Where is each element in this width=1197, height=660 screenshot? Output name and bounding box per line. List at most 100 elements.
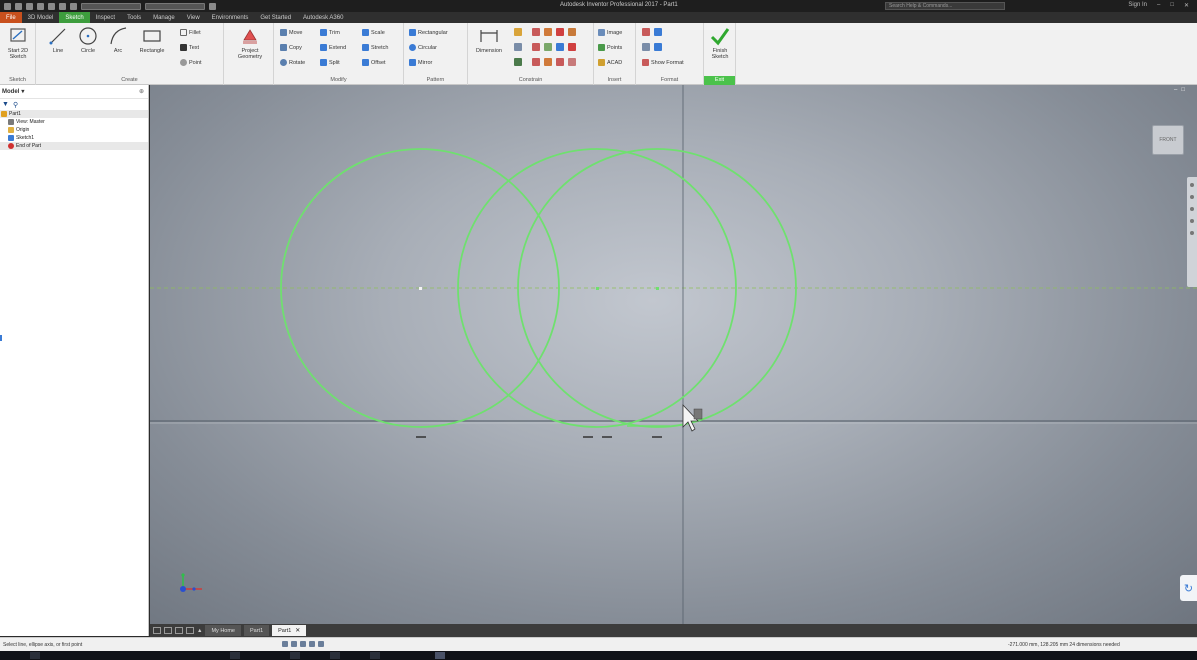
auto-dimension-icon[interactable] — [514, 28, 522, 36]
trim-button[interactable]: Trim — [320, 28, 340, 37]
graphics-window[interactable]: – □ FRONT ↻ — [150, 85, 1197, 624]
acad-button[interactable]: ACAD — [598, 58, 622, 67]
home-icon[interactable] — [59, 2, 66, 10]
tab-part1-doc[interactable]: Part1 — [243, 625, 270, 636]
show-constraints-icon[interactable] — [514, 43, 522, 51]
chevron-down-icon[interactable]: ▾ — [21, 88, 24, 95]
tile-vertical-icon[interactable] — [153, 627, 161, 634]
collinear-constraint-icon[interactable] — [544, 28, 552, 36]
centerline-icon[interactable] — [654, 28, 662, 36]
new-icon[interactable] — [4, 2, 11, 10]
mirror-button[interactable]: Mirror — [409, 58, 432, 67]
tab-my-home[interactable]: My Home — [205, 625, 241, 636]
equal-constraint-icon[interactable] — [568, 58, 576, 66]
concentric-constraint-icon[interactable] — [556, 28, 564, 36]
coincident-constraint-icon[interactable] — [532, 28, 540, 36]
construction-icon[interactable] — [642, 28, 650, 36]
driven-dimension-icon[interactable] — [654, 43, 662, 51]
taskbar-inventor-icon[interactable] — [435, 652, 445, 659]
appearance-dropdown[interactable] — [145, 2, 205, 10]
dimension-button[interactable]: Dimension — [471, 26, 507, 54]
start-2d-sketch-button[interactable]: Start 2D Sketch — [4, 26, 32, 60]
tab-inspect[interactable]: Inspect — [90, 12, 121, 23]
start-icon[interactable] — [30, 652, 40, 659]
measure-icon[interactable] — [209, 2, 216, 10]
cascade-icon[interactable] — [175, 627, 183, 634]
material-dropdown[interactable] — [81, 2, 141, 10]
taskbar-app-icon[interactable] — [330, 652, 340, 659]
point-button[interactable]: Point — [180, 58, 202, 67]
stretch-button[interactable]: Stretch — [362, 43, 388, 52]
parallel-constraint-icon[interactable] — [532, 43, 540, 51]
smooth-constraint-icon[interactable] — [544, 58, 552, 66]
show-format-button[interactable]: Show Format — [642, 58, 684, 67]
grid-snap-icon[interactable] — [282, 641, 288, 647]
line-button[interactable]: Line — [46, 26, 70, 54]
maximize-viewport-icon[interactable]: □ — [1181, 87, 1185, 93]
scale-button[interactable]: Scale — [362, 28, 385, 37]
tab-sketch[interactable]: Sketch — [59, 12, 90, 23]
tree-item-part1[interactable]: Part1 — [0, 110, 148, 118]
minimize-icon[interactable]: – — [1157, 2, 1160, 9]
tab-part1-active[interactable]: Part1 ✕ — [272, 625, 307, 636]
tree-item-sketch1[interactable]: Sketch1 — [0, 134, 148, 142]
tab-environments[interactable]: Environments — [206, 12, 255, 23]
pan-icon[interactable] — [1190, 195, 1194, 199]
ortho-icon[interactable] — [300, 641, 306, 647]
sketch-canvas[interactable] — [150, 85, 1197, 624]
perpendicular-constraint-icon[interactable] — [544, 43, 552, 51]
steering-wheel-icon[interactable] — [1190, 183, 1194, 187]
taskbar-app-icon[interactable] — [230, 652, 240, 659]
fillet-button[interactable]: Fillet — [180, 28, 201, 37]
finish-sketch-button[interactable]: Finish Sketch — [706, 26, 734, 60]
taskbar-app-icon[interactable] — [370, 652, 380, 659]
tab-get-started[interactable]: Get Started — [254, 12, 297, 23]
navigation-bar[interactable] — [1187, 177, 1197, 287]
symmetric-constraint-icon[interactable] — [556, 58, 564, 66]
project-geometry-button[interactable]: Project Geometry — [232, 26, 268, 60]
tree-item-end-of-part[interactable]: End of Part — [0, 142, 148, 150]
extend-button[interactable]: Extend — [320, 43, 346, 52]
restore-window-icon[interactable]: – — [1174, 87, 1177, 93]
tab-3d-model[interactable]: 3D Model — [22, 12, 60, 23]
horizontal-constraint-icon[interactable] — [556, 43, 564, 51]
rectangle-button[interactable]: Rectangle — [136, 26, 168, 54]
redo-icon[interactable] — [48, 2, 55, 10]
fix-constraint-icon[interactable] — [568, 28, 576, 36]
points-button[interactable]: Points — [598, 43, 622, 52]
arc-button[interactable]: Arc — [106, 26, 130, 54]
constraint-settings-icon[interactable] — [514, 58, 522, 66]
maximize-icon[interactable]: □ — [1170, 2, 1174, 9]
tangent-constraint-icon[interactable] — [532, 58, 540, 66]
undo-icon[interactable] — [37, 2, 44, 10]
tab-manage[interactable]: Manage — [147, 12, 181, 23]
constraint-inference-icon[interactable] — [291, 641, 297, 647]
split-button[interactable]: Split — [320, 58, 340, 67]
rotate-button[interactable]: Rotate — [280, 58, 305, 67]
vertical-constraint-icon[interactable] — [568, 43, 576, 51]
arrange-icon[interactable] — [186, 627, 194, 634]
document-list-icon[interactable]: ▲ — [197, 628, 202, 634]
save-icon[interactable] — [26, 2, 33, 10]
open-icon[interactable] — [15, 2, 22, 10]
close-tab-icon[interactable]: ✕ — [295, 627, 300, 634]
search-icon[interactable]: ⚲ — [13, 101, 18, 109]
sign-in-link[interactable]: Sign In — [1128, 2, 1147, 9]
close-icon[interactable]: ✕ — [1184, 2, 1189, 9]
tab-view[interactable]: View — [181, 12, 206, 23]
orbit-icon[interactable] — [1190, 219, 1194, 223]
tile-horizontal-icon[interactable] — [164, 627, 172, 634]
circle-1-center-point[interactable] — [419, 287, 422, 290]
circular-pattern-button[interactable]: Circular — [409, 43, 437, 52]
filter-icon[interactable]: ▼ — [2, 101, 9, 108]
zoom-icon[interactable] — [1190, 207, 1194, 211]
display-dof-icon[interactable] — [309, 641, 315, 647]
tree-item-origin[interactable]: Origin — [0, 126, 148, 134]
circle-button[interactable]: Circle — [76, 26, 100, 54]
taskbar-app-icon[interactable] — [290, 652, 300, 659]
add-panel-icon[interactable]: ⊕ — [139, 88, 144, 95]
offset-button[interactable]: Offset — [362, 58, 386, 67]
look-at-icon[interactable] — [1190, 231, 1194, 235]
circle-2-center-point[interactable] — [596, 287, 599, 290]
rectangular-pattern-button[interactable]: Rectangular — [409, 28, 448, 37]
